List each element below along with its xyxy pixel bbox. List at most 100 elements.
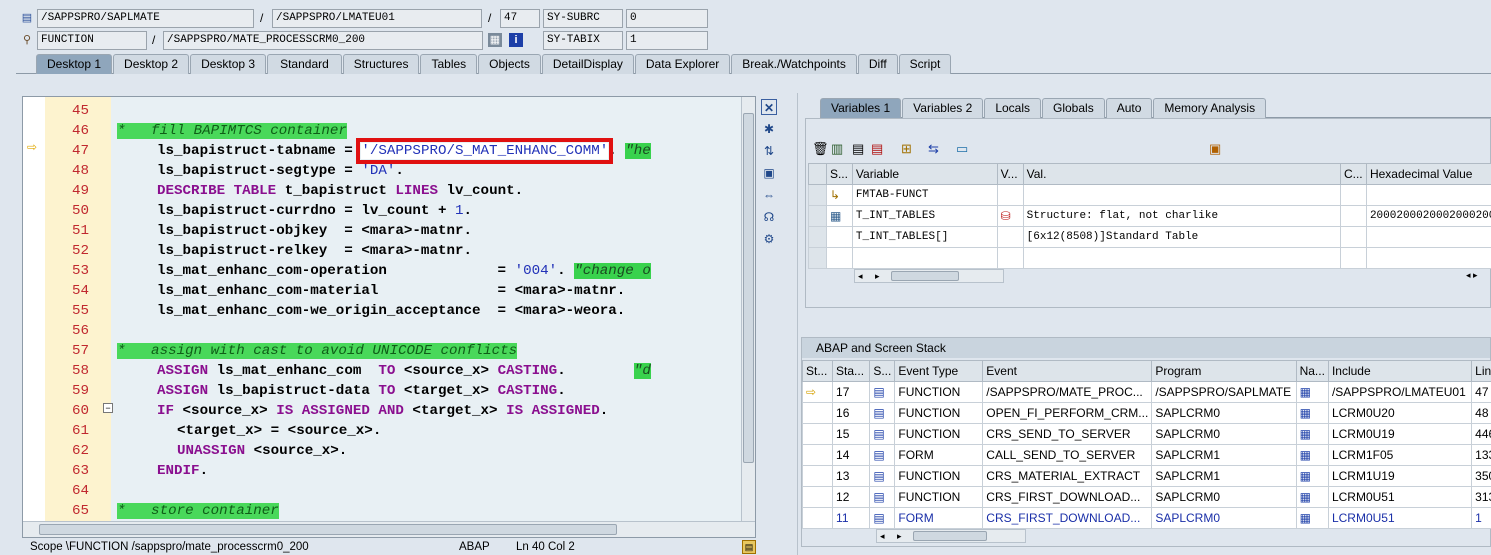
event-name[interactable]: CALL_SEND_TO_SERVER — [982, 444, 1153, 466]
scroll-thumb[interactable] — [743, 113, 754, 463]
delete-icon[interactable]: 🗑 — [812, 141, 829, 157]
table-row[interactable]: 13 ▤ FUNCTION CRS_MATERIAL_EXTRACT SAPLCRM1 ▦… — [801, 465, 1491, 487]
scroll-thumb[interactable] — [39, 524, 617, 535]
table-row[interactable]: ▦ T_INT_TABLES ⛁ Structure: flat, not ch… — [808, 205, 1491, 227]
column-header[interactable]: Event — [982, 360, 1153, 382]
tab-desktop-2[interactable]: Desktop 2 — [113, 54, 190, 74]
save-icon[interactable]: ▣ — [1209, 141, 1221, 157]
event-name[interactable]: CRS_FIRST_DOWNLOAD... — [982, 486, 1153, 508]
variable-value[interactable]: Structure: flat, not charlike — [1022, 205, 1341, 227]
column-header[interactable]: St... — [801, 360, 834, 382]
code-line[interactable]: 56 — [23, 321, 743, 341]
line-field[interactable]: 47 — [500, 9, 540, 28]
code-line[interactable]: 47 ls_bapistruct-tabname = '/SAPPSPRO/S_M… — [23, 138, 743, 164]
code-line[interactable]: 63 ENDIF. — [23, 461, 743, 481]
code-line[interactable]: 65 * store container — [23, 501, 743, 521]
tab-variables-2[interactable]: Variables 2 — [902, 98, 984, 118]
variable-name[interactable]: T_INT_TABLES[] — [851, 226, 998, 248]
resize-icon[interactable]: ⇔ — [761, 187, 777, 203]
event-type-field[interactable]: FUNCTION — [37, 31, 147, 50]
info-icon[interactable]: i — [509, 33, 523, 47]
code-line[interactable]: 48 ls_bapistruct-segtype = 'DA'. — [23, 161, 743, 181]
navigate-icon[interactable]: ⇆ — [928, 141, 939, 157]
tab-auto[interactable]: Auto — [1105, 98, 1153, 118]
structure-icon[interactable]: ▤ — [871, 141, 883, 157]
column-header[interactable]: Val. — [1022, 163, 1341, 185]
code-line[interactable]: 51 ls_bapistruct-objkey = <mara>-matnr. — [23, 221, 743, 241]
tab-breakpoints[interactable]: Break./Watchpoints — [731, 54, 857, 74]
column-header[interactable]: Include — [1327, 360, 1473, 382]
sytabix-value[interactable]: 1 — [626, 31, 708, 50]
code-line[interactable]: 45 — [23, 101, 743, 121]
tab-objects[interactable]: Objects — [478, 54, 541, 74]
navigate-icon[interactable]: ▦ — [1295, 402, 1329, 424]
code-line[interactable]: 59 ASSIGN ls_bapistruct-data TO <target_x… — [23, 381, 743, 401]
navigate-icon[interactable]: ▦ — [1295, 465, 1329, 487]
services-icon[interactable]: ☊ — [761, 209, 777, 225]
event-name[interactable]: OPEN_FI_PERFORM_CRM... — [982, 402, 1153, 424]
navigate-icon[interactable]: ▦ — [1295, 486, 1329, 508]
display-source-icon[interactable]: ▦ — [488, 33, 502, 47]
sysubrc-value[interactable]: 0 — [626, 9, 708, 28]
table-row[interactable]: 14 ▤ FORM CALL_SEND_TO_SERVER SAPLCRM1 ▦ LCRM1… — [801, 444, 1491, 466]
code-line[interactable]: 62 UNASSIGN <source_x>. — [23, 441, 743, 461]
swap-tool-icon[interactable]: ⇅ — [761, 143, 777, 159]
code-line[interactable]: 52 ls_bapistruct-relkey = <mara>-matnr. — [23, 241, 743, 261]
scroll-thumb[interactable] — [891, 271, 959, 281]
notes-icon[interactable]: ▤ — [742, 540, 756, 554]
column-header[interactable]: Hexadecimal Value — [1365, 163, 1491, 185]
tab-globals[interactable]: Globals — [1042, 98, 1105, 118]
code-line[interactable]: 57 * assign with cast to avoid UNICODE co… — [23, 341, 743, 361]
event-name[interactable]: /SAPPSPRO/MATE_PROC... — [982, 381, 1153, 403]
event-name[interactable]: CRS_FIRST_DOWNLOAD... — [982, 507, 1153, 529]
table-row[interactable]: T_INT_TABLES[] [6x12(8508)]Standard Tabl… — [808, 226, 1491, 248]
variable-name[interactable]: FMTAB-FUNCT — [851, 184, 998, 206]
detail-icon[interactable]: ▤ — [852, 141, 864, 157]
folder-icon[interactable]: ▭ — [956, 141, 968, 157]
column-header[interactable]: C... — [1339, 163, 1367, 185]
code-line[interactable]: 55 ls_mat_enhanc_com-we_origin_acceptance… — [23, 301, 743, 321]
tab-structures[interactable]: Structures — [342, 54, 420, 74]
variable-value[interactable]: [6x12(8508)]Standard Table — [1022, 226, 1341, 248]
code-line[interactable]: 50 ls_bapistruct-currdno = lv_count + 1. — [23, 201, 743, 221]
code-vertical-scrollbar[interactable] — [741, 97, 755, 521]
table-row[interactable]: 11 ▤ FORM CRS_FIRST_DOWNLOAD... SAPLCRM0 ▦ LCR… — [801, 507, 1491, 529]
program-field[interactable]: /SAPPSPRO/SAPLMATE — [37, 9, 254, 28]
source-code-editor[interactable]: ⇨ − 45 46 * fill BAPIMTCS container 47 ls_ba… — [22, 96, 756, 538]
column-header[interactable]: V... — [996, 163, 1024, 185]
include-field[interactable]: /SAPPSPRO/LMATEU01 — [272, 9, 482, 28]
column-header[interactable]: Line — [1471, 360, 1491, 382]
variable-value[interactable] — [1022, 184, 1341, 206]
event-field[interactable]: /SAPPSPRO/MATE_PROCESSCRM0_200 — [163, 31, 483, 50]
tab-memory-analysis[interactable]: Memory Analysis — [1153, 98, 1267, 118]
new-tool-icon[interactable]: ✱ — [761, 121, 777, 137]
maximize-icon[interactable]: ▣ — [761, 165, 777, 181]
code-line[interactable]: 46 * fill BAPIMTCS container — [23, 121, 743, 141]
column-header[interactable]: Program — [1151, 360, 1297, 382]
table-row[interactable]: 16 ▤ FUNCTION OPEN_FI_PERFORM_CRM... SAPLCRM… — [801, 402, 1491, 424]
column-header[interactable]: Sta... — [832, 360, 871, 382]
navigate-icon[interactable]: ▦ — [1295, 423, 1329, 445]
tab-data-explorer[interactable]: Data Explorer — [634, 54, 731, 74]
navigate-icon[interactable]: ▦ — [1295, 444, 1329, 466]
event-name[interactable]: CRS_SEND_TO_SERVER — [982, 423, 1153, 445]
table-row[interactable] — [808, 247, 1491, 269]
code-line[interactable]: 64 — [23, 481, 743, 501]
hierarchy-icon[interactable]: ⊞ — [901, 141, 912, 157]
tab-script[interactable]: Script — [898, 54, 952, 74]
variables-right-scrollbar[interactable]: ◂ ▸ — [1466, 269, 1490, 283]
table-row[interactable]: 12 ▤ FUNCTION CRS_FIRST_DOWNLOAD... SAPLCRM0… — [801, 486, 1491, 508]
column-header[interactable]: Na... — [1295, 360, 1329, 382]
table-row[interactable]: 15 ▤ FUNCTION CRS_SEND_TO_SERVER SAPLCRM0 ▦ LC… — [801, 423, 1491, 445]
tab-locals[interactable]: Locals — [984, 98, 1041, 118]
tab-variables-1[interactable]: Variables 1 — [820, 98, 902, 118]
tab-desktop-1[interactable]: Desktop 1 — [36, 54, 113, 74]
navigate-icon[interactable]: ▦ — [1295, 381, 1329, 403]
stack-horizontal-scrollbar[interactable]: ◂ ▸ — [876, 529, 1026, 543]
settings-icon[interactable]: ⚙ — [761, 231, 777, 247]
tab-diff[interactable]: Diff — [857, 54, 898, 74]
event-name[interactable]: CRS_MATERIAL_EXTRACT — [982, 465, 1153, 487]
table-row[interactable]: ↳ FMTAB-FUNCT — [808, 184, 1491, 206]
scroll-thumb[interactable] — [913, 531, 987, 541]
column-header[interactable]: S... — [869, 360, 896, 382]
